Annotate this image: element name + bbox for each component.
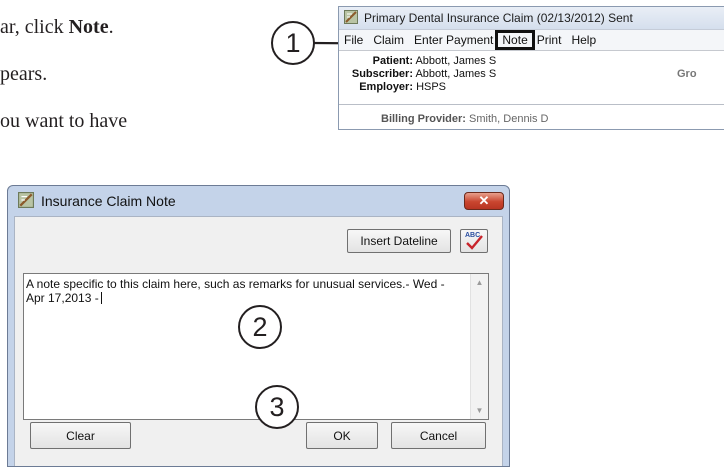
scroll-up-arrow-icon[interactable]: ▲: [471, 278, 488, 287]
claim-window: Primary Dental Insurance Claim (02/13/20…: [338, 6, 724, 130]
cancel-button[interactable]: Cancel: [391, 422, 486, 449]
scroll-down-arrow-icon[interactable]: ▼: [471, 406, 488, 415]
menu-file[interactable]: File: [339, 33, 368, 47]
text-caret: [100, 292, 102, 304]
menu-help[interactable]: Help: [566, 33, 601, 47]
callout-3: 3: [255, 385, 299, 429]
claim-summary: Patient: Abbott, James S Subscriber: Abb…: [339, 51, 724, 98]
billing-provider-label: Billing Provider:: [381, 113, 466, 125]
employer-label: Employer:: [359, 81, 413, 93]
billing-provider-value: Smith, Dennis D: [469, 113, 549, 125]
spellcheck-button[interactable]: ABC: [460, 229, 488, 253]
dialog-title: Insurance Claim Note: [41, 193, 176, 209]
close-button[interactable]: ✕: [464, 192, 504, 210]
callout-1: 1: [271, 21, 315, 65]
claim-window-titlebar: Primary Dental Insurance Claim (02/13/20…: [339, 7, 724, 30]
callout-2: 2: [238, 305, 282, 349]
ok-button[interactable]: OK: [306, 422, 378, 449]
menu-note[interactable]: Note: [495, 30, 535, 50]
subscriber-value: Abbott, James S: [415, 68, 497, 80]
note-scrollbar[interactable]: ▲ ▼: [470, 274, 488, 419]
group-label-cropped: Gro: [677, 68, 697, 80]
dialog-titlebar: Insurance Claim Note: [8, 186, 509, 216]
billing-provider: Billing Provider: Smith, Dennis D: [339, 107, 724, 125]
patient-label: Patient:: [372, 55, 413, 67]
clear-button[interactable]: Clear: [30, 422, 131, 449]
app-icon: [344, 9, 358, 27]
claim-menu-bar: File Claim Enter Payment Note Print Help: [339, 30, 724, 51]
menu-print[interactable]: Print: [532, 33, 567, 47]
close-icon: ✕: [478, 193, 490, 208]
patient-value: Abbott, James S: [415, 55, 497, 67]
employer-value: HSPS: [416, 81, 447, 93]
spellcheck-icon: ABC: [464, 232, 484, 250]
dialog-app-icon: [18, 191, 34, 211]
note-text: A note specific to this claim here, such…: [26, 277, 445, 305]
insert-dateline-button[interactable]: Insert Dateline: [347, 229, 451, 253]
menu-enter-payment[interactable]: Enter Payment: [409, 33, 498, 47]
menu-claim[interactable]: Claim: [368, 33, 409, 47]
claim-window-title: Primary Dental Insurance Claim (02/13/20…: [364, 11, 633, 25]
subscriber-label: Subscriber:: [351, 68, 413, 80]
note-text-content: A note specific to this claim here, such…: [26, 277, 456, 305]
